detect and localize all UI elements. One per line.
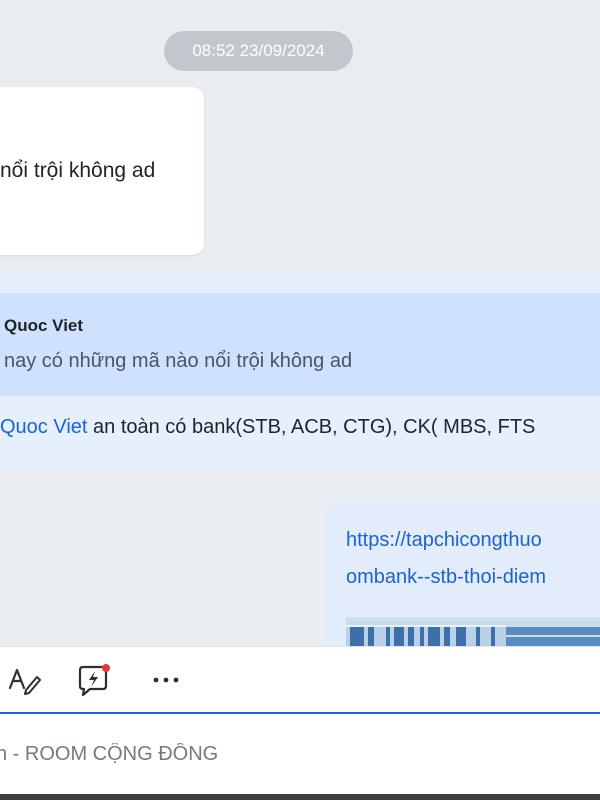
message-text: nổi trội không ad bbox=[0, 159, 156, 182]
date-separator: 08:52 23/09/2024 bbox=[164, 31, 353, 71]
reply-text: Quoc Viet an toàn có bank(STB, ACB, CTG)… bbox=[0, 416, 535, 439]
more-icon[interactable] bbox=[148, 662, 184, 698]
text-format-icon[interactable] bbox=[6, 662, 42, 698]
link-preview-thumbnail[interactable] bbox=[346, 617, 600, 646]
bottom-edge bbox=[0, 794, 600, 800]
shared-link-line-1[interactable]: https://tapchicongthuo bbox=[346, 529, 542, 552]
quick-message-icon[interactable] bbox=[76, 662, 112, 698]
composer-toolbar bbox=[0, 646, 600, 713]
quoted-message[interactable]: Quoc Viet nay có những mã nào nổi trội k… bbox=[0, 293, 600, 396]
outgoing-message-bubble[interactable]: https://tapchicongthuo ombank--stb-thoi-… bbox=[325, 502, 600, 646]
quoted-author: Quoc Viet bbox=[4, 316, 84, 335]
building-image bbox=[346, 625, 600, 646]
chat-area[interactable]: 08:52 23/09/2024 nổi trội không ad Quoc … bbox=[0, 0, 600, 646]
reply-message-bubble[interactable]: Quoc Viet nay có những mã nào nổi trội k… bbox=[0, 273, 600, 471]
shared-link-line-2[interactable]: ombank--stb-thoi-diem bbox=[346, 566, 546, 589]
message-input[interactable] bbox=[0, 714, 600, 794]
quoted-text: nay có những mã nào nổi trội không ad bbox=[4, 350, 353, 372]
message-composer bbox=[0, 712, 600, 796]
reply-body: an toàn có bank(STB, ACB, CTG), CK( MBS,… bbox=[87, 416, 536, 438]
incoming-message-bubble[interactable]: nổi trội không ad bbox=[0, 87, 204, 255]
mention-link[interactable]: Quoc Viet bbox=[0, 416, 87, 438]
notification-dot bbox=[102, 664, 110, 672]
